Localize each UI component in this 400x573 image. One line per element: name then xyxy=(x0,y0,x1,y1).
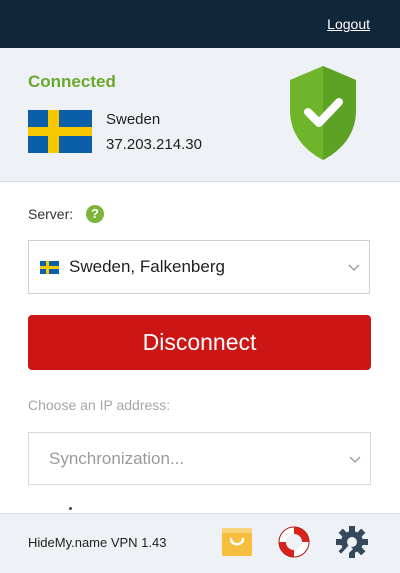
server-label: Server: xyxy=(28,206,74,222)
top-bar: Logout xyxy=(0,0,400,48)
connection-status-panel: Connected Sweden 37.203.214.30 xyxy=(0,48,400,182)
connection-status-label: Connected xyxy=(28,72,116,91)
sweden-flag-icon xyxy=(28,110,92,153)
sweden-flag-icon xyxy=(40,261,59,274)
app-version: HideMy.name VPN 1.43 xyxy=(28,535,167,550)
ip-address-selected-value: Synchronization... xyxy=(49,449,185,468)
server-selected-value: Sweden, Falkenberg xyxy=(69,257,225,276)
lifebuoy-icon[interactable] xyxy=(276,524,312,560)
footer-bar: HideMy.name VPN 1.43 xyxy=(0,513,400,573)
chevron-down-icon xyxy=(349,456,361,464)
separator-dot xyxy=(69,507,72,510)
shop-bag-icon[interactable] xyxy=(219,524,255,560)
ip-address-select[interactable]: Synchronization... xyxy=(28,432,371,485)
shield-check-icon xyxy=(290,66,356,160)
chevron-down-icon xyxy=(348,264,360,272)
help-icon[interactable]: ? xyxy=(86,205,104,223)
logout-link[interactable]: Logout xyxy=(327,16,370,32)
current-ip-address: 37.203.214.30 xyxy=(106,136,202,153)
current-country: Sweden xyxy=(106,111,161,128)
settings-gear-icon[interactable] xyxy=(334,524,370,560)
disconnect-button[interactable]: Disconnect xyxy=(28,315,371,370)
ip-address-label: Choose an IP address: xyxy=(28,397,171,413)
server-select[interactable]: Sweden, Falkenberg xyxy=(28,240,370,294)
